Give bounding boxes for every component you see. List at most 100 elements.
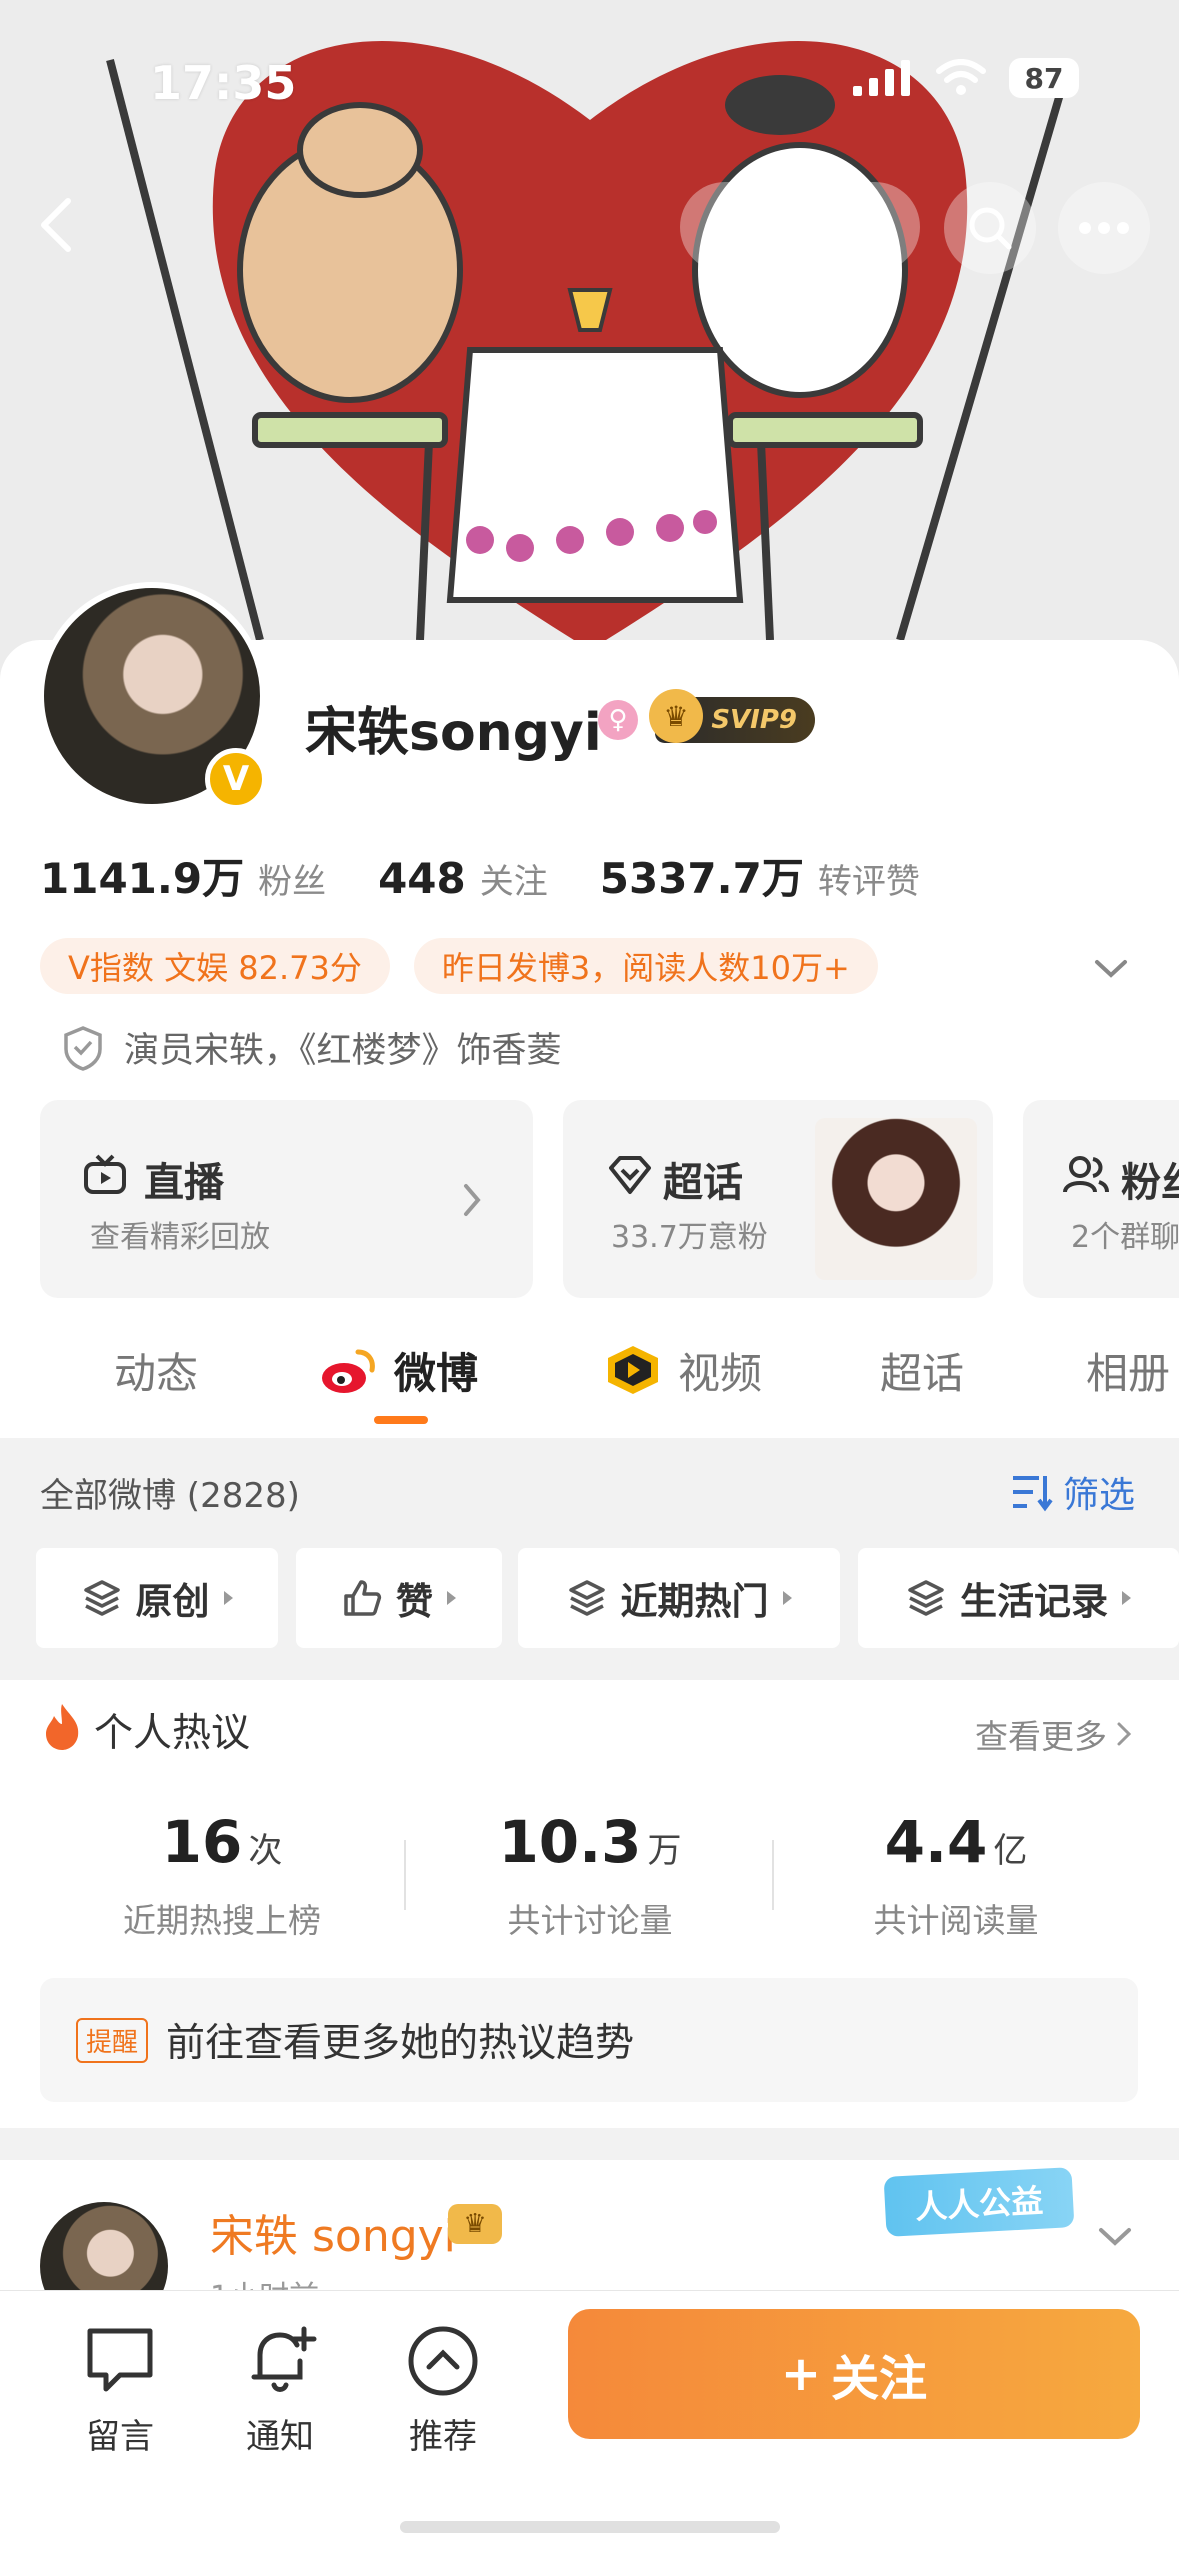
- active-tab-indicator: [374, 1416, 428, 1424]
- tab-super-topic[interactable]: 超话: [880, 1340, 964, 1401]
- chip-recent-hot[interactable]: 近期热门: [518, 1548, 840, 1648]
- live-subtitle: 查看精彩回放: [90, 1220, 270, 1255]
- reads-label: 共计阅读量: [873, 1901, 1039, 1940]
- super-topic-photo: [815, 1118, 977, 1280]
- filter-area: 全部微博 (2828) 筛选 原创 赞 近期热门 生活记录: [0, 1438, 1179, 1680]
- like-you-button[interactable]: 喜欢你: [680, 182, 920, 272]
- more-button[interactable]: [1058, 182, 1150, 274]
- remind-tag: 提醒: [76, 2017, 149, 2063]
- message-button[interactable]: 留言: [60, 2321, 180, 2458]
- post-avatar[interactable]: [40, 2202, 168, 2290]
- heart-hand-icon: [719, 210, 755, 247]
- chip-life-record[interactable]: 生活记录: [858, 1548, 1179, 1648]
- followers-label[interactable]: 粉丝: [258, 854, 326, 903]
- following-count[interactable]: 448: [378, 854, 466, 903]
- shield-icon: [64, 1025, 102, 1071]
- chip-liked[interactable]: 赞: [296, 1548, 502, 1648]
- super-topic-subtitle: 33.7万意粉: [611, 1220, 768, 1255]
- wifi-icon: [936, 59, 986, 95]
- hot-stat-discussion: 10.3 万 共计讨论量: [440, 1808, 740, 1942]
- post-author[interactable]: 宋轶 songyi: [210, 2200, 456, 2264]
- message-icon: [87, 2328, 153, 2392]
- filter-icon: [1012, 1476, 1053, 1512]
- group-icon: [1063, 1156, 1109, 1193]
- recommend-icon: [408, 2326, 478, 2396]
- layers-icon: [568, 1580, 605, 1616]
- chevron-right-icon: [1117, 1722, 1132, 1746]
- hot-more-link[interactable]: 查看更多: [975, 1710, 1133, 1758]
- discussion-unit: 万: [647, 1831, 682, 1871]
- svip-badge[interactable]: ♛ SVIP9: [649, 689, 815, 743]
- personal-hot-section: 个人热议 查看更多 16 次 近期热搜上榜 10.3 万 共计讨论量 4.4 亿 共计…: [0, 1680, 1179, 2130]
- layers-icon: [908, 1580, 944, 1616]
- filter-label: 筛选: [1062, 1475, 1135, 1516]
- tab-dynamic[interactable]: 动态: [114, 1340, 198, 1401]
- interactions-count: 5337.7万: [599, 854, 804, 903]
- recommend-button[interactable]: 推荐: [383, 2321, 503, 2458]
- notify-button[interactable]: 通知: [220, 2321, 340, 2458]
- live-card[interactable]: 直播 查看精彩回放: [40, 1100, 533, 1298]
- female-icon: ♀: [598, 700, 638, 740]
- charity-badge[interactable]: 人人公益: [883, 2167, 1075, 2237]
- chevron-down-icon[interactable]: [1095, 2216, 1135, 2256]
- profile-name: 宋轶songyi: [305, 703, 602, 763]
- fan-group-subtitle: 2个群聊: [1071, 1220, 1179, 1255]
- hot-stat-trending: 16 次 近期热搜上榜: [72, 1808, 372, 1942]
- svip-level: SVIP9: [711, 705, 797, 735]
- super-topic-card[interactable]: 超话 33.7万意粉: [563, 1100, 993, 1298]
- message-label: 留言: [86, 2417, 154, 2457]
- chip-recent-hot-label: 近期热门: [620, 1580, 769, 1623]
- chip-liked-label: 赞: [396, 1580, 433, 1623]
- back-icon[interactable]: [30, 195, 90, 255]
- weibo-logo-icon: [322, 1349, 375, 1393]
- section-separator: [0, 2128, 1179, 2160]
- bio-text: 演员宋轶，《红楼梦》饰香菱: [124, 1031, 562, 1071]
- layers-icon: [83, 1580, 120, 1616]
- battery-indicator: 87: [1009, 58, 1079, 98]
- hot-trend-reminder[interactable]: 提醒 前往查看更多她的热议趋势: [40, 1978, 1138, 2102]
- discussion-label: 共计讨论量: [507, 1901, 673, 1940]
- status-time: 17:35: [150, 56, 297, 110]
- profile-tags: V指数 文娱 82.73分 昨日发博3，阅读人数10万+: [40, 938, 878, 994]
- diamond-icon: [609, 1156, 651, 1194]
- all-posts-count: 全部微博 (2828): [40, 1476, 300, 1516]
- video-icon: [608, 1346, 658, 1394]
- filter-button[interactable]: 筛选: [1011, 1466, 1135, 1518]
- bio: 演员宋轶，《红楼梦》饰香菱: [62, 1022, 562, 1073]
- followers-count[interactable]: 1141.9万: [40, 845, 244, 906]
- profile-stats: 1141.9万 粉丝 448 关注 5337.7万 转评赞: [40, 845, 972, 906]
- v-index-tag[interactable]: V指数 文娱 82.73分: [40, 938, 390, 994]
- post-card[interactable]: 宋轶 songyi ♛ 1小时前 人人公益: [0, 2160, 1179, 2290]
- more-icon: [1079, 222, 1129, 234]
- chip-original[interactable]: 原创: [36, 1548, 278, 1648]
- trending-label: 近期热搜上榜: [123, 1901, 321, 1940]
- quick-cards: 直播 查看精彩回放 超话 33.7万意粉 粉丝群 2个群聊: [40, 1100, 1179, 1300]
- fan-group-card[interactable]: 粉丝群 2个群聊: [1023, 1100, 1179, 1298]
- search-button[interactable]: [944, 182, 1036, 274]
- like-you-label: 喜欢你: [771, 208, 886, 253]
- hot-more-label: 查看更多: [975, 1717, 1107, 1756]
- recommend-label: 推荐: [409, 2417, 477, 2457]
- tab-weibo[interactable]: 微博: [394, 1340, 478, 1401]
- activity-tag[interactable]: 昨日发博3，阅读人数10万+: [413, 938, 878, 994]
- chevron-down-icon[interactable]: [1091, 948, 1131, 988]
- post-time: 1小时前: [210, 2272, 319, 2290]
- trending-count: 16: [161, 1808, 243, 1876]
- status-bar: 17:35 87: [0, 50, 1179, 120]
- hot-title: 个人热议: [94, 1711, 251, 1756]
- verified-badge: V: [205, 748, 267, 810]
- signal-icon: [853, 60, 910, 96]
- search-icon: [969, 207, 1012, 250]
- tab-video[interactable]: 视频: [678, 1340, 762, 1401]
- hot-stat-reads: 4.4 亿 共计阅读量: [806, 1808, 1106, 1942]
- follow-button[interactable]: + 关注: [568, 2309, 1140, 2439]
- following-label[interactable]: 关注: [480, 854, 548, 903]
- crown-icon: ♛: [448, 2204, 502, 2244]
- fan-group-title: 粉丝群: [1121, 1160, 1179, 1206]
- bottom-action-bar: 留言 通知 推荐 + 关注: [0, 2290, 1179, 2556]
- discussion-count: 10.3: [498, 1808, 642, 1876]
- tab-album[interactable]: 相册: [1086, 1340, 1170, 1401]
- notify-label: 通知: [246, 2417, 314, 2457]
- trending-unit: 次: [248, 1831, 283, 1871]
- live-tv-icon: [84, 1154, 126, 1194]
